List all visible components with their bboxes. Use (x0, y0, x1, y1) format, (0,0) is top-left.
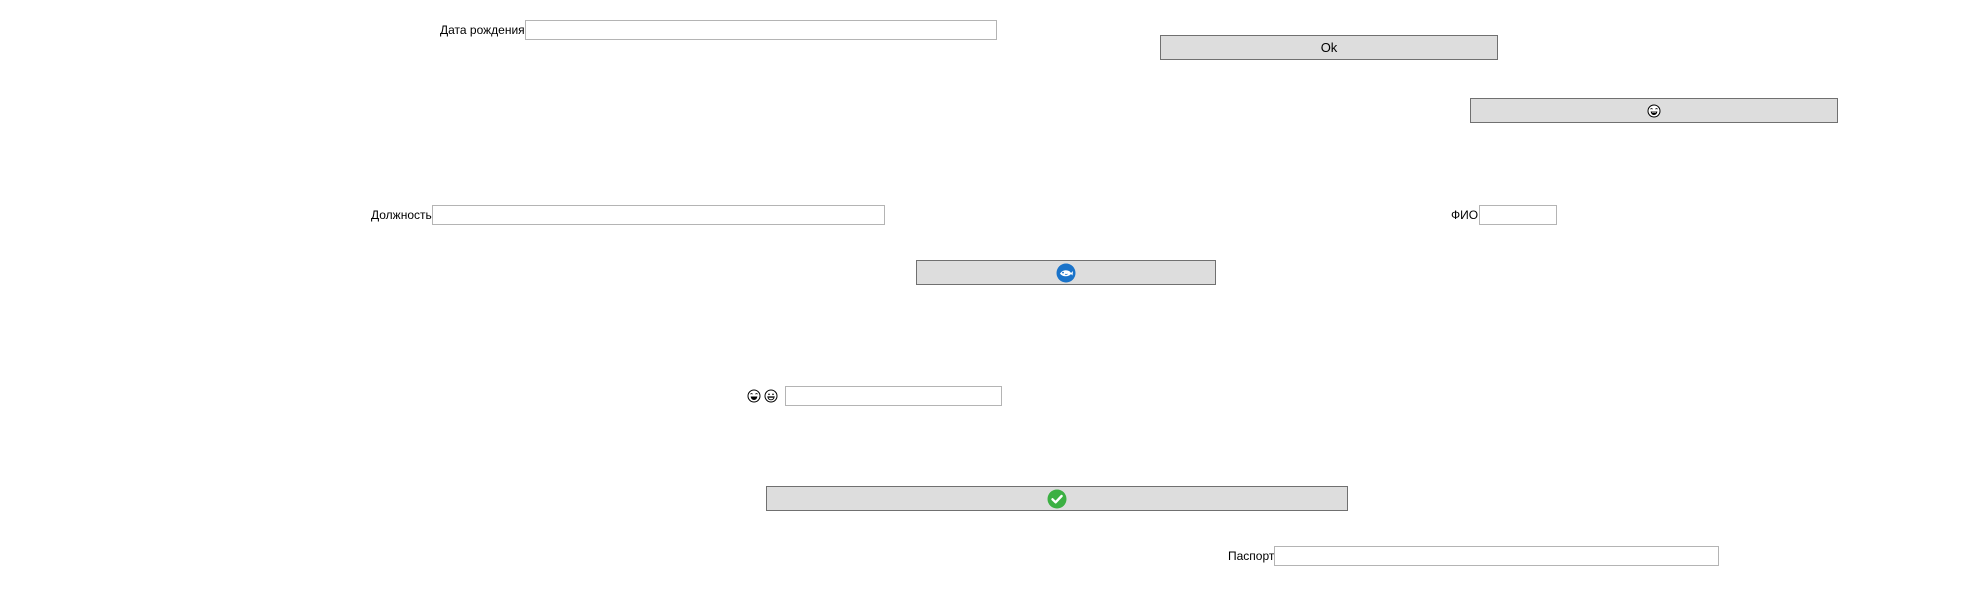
position-label: Должность (371, 208, 432, 222)
laugh-button[interactable] (1470, 98, 1838, 123)
fio-input[interactable] (1479, 205, 1557, 225)
check-button[interactable] (766, 486, 1348, 511)
passport-label: Паспорт (1228, 549, 1275, 563)
grinning-face-icon (764, 389, 778, 403)
green-check-icon (1047, 489, 1067, 509)
ok-button[interactable]: Ok (1160, 35, 1498, 60)
laughing-face-icon (747, 389, 761, 403)
emoji-field-label (747, 386, 778, 406)
fish-button[interactable] (916, 260, 1216, 285)
laughing-face-icon (1647, 104, 1661, 118)
position-input[interactable] (432, 205, 885, 225)
ok-button-label: Ok (1320, 40, 1338, 55)
birth-date-input[interactable] (525, 20, 997, 40)
birth-date-label: Дата рождения (440, 23, 525, 37)
emoji-input[interactable] (785, 386, 1002, 406)
blue-fish-icon (1056, 263, 1076, 283)
fio-label: ФИО (1451, 208, 1479, 222)
passport-input[interactable] (1274, 546, 1719, 566)
